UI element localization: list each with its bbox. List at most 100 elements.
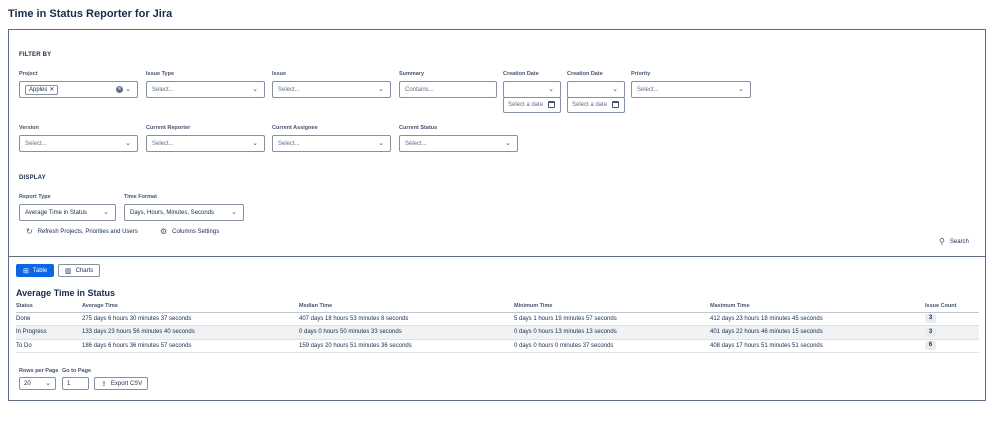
current-status-field: Current Status Select... ⌄ <box>399 125 518 152</box>
chevron-down-icon: ⌄ <box>612 86 618 93</box>
chevron-down-icon: ⌄ <box>125 86 131 93</box>
search-button[interactable]: ⚲ Search <box>939 237 969 246</box>
median-cell: 159 days 20 hours 51 minutes 36 seconds <box>299 339 514 353</box>
project-label: Project <box>19 71 38 77</box>
creation-date-from-label: Creation Date <box>503 71 539 77</box>
average-cell: 133 days 23 hours 56 minutes 40 seconds <box>82 325 299 340</box>
median-cell: 0 days 0 hours 50 minutes 33 seconds <box>299 325 514 340</box>
current-assignee-select[interactable]: Select... ⌄ <box>272 135 391 152</box>
summary-input[interactable]: Contains... <box>399 81 497 98</box>
summary-field: Summary Contains... <box>399 71 497 98</box>
issue-type-placeholder: Select... <box>152 86 174 93</box>
issue-type-label: Issue Type <box>146 71 175 77</box>
table-header-row: Status Average Time Median Time Minimum … <box>16 301 979 313</box>
report-type-field: Report Type Average Time in Status ⌄ <box>19 194 116 221</box>
date-placeholder: Select a date <box>508 102 544 108</box>
search-label: Search <box>949 238 969 245</box>
go-to-page-input[interactable]: 1 <box>62 377 89 390</box>
creation-date-from-field: Creation Date ⌄ <box>503 71 561 98</box>
tab-charts[interactable]: ▥ Charts <box>58 264 101 277</box>
app-title: Time in Status Reporter for Jira <box>8 8 173 20</box>
tab-table-label: Table <box>32 267 48 274</box>
column-header-median[interactable]: Median Time <box>299 301 514 313</box>
median-cell: 407 days 18 hours 53 minutes 8 seconds <box>299 312 514 326</box>
table-icon: ⊞ <box>23 267 29 275</box>
search-icon: ⚲ <box>939 237 945 246</box>
bar-chart-icon: ▥ <box>65 267 72 275</box>
rows-per-page-select[interactable]: 20 ⌄ <box>19 377 56 390</box>
report-type-select[interactable]: Average Time in Status ⌄ <box>19 204 116 221</box>
count-cell: 6 <box>925 339 979 353</box>
chevron-down-icon: ⌄ <box>505 140 511 147</box>
chevron-down-icon: ⌄ <box>378 86 384 93</box>
refresh-button[interactable]: ↻ Refresh Projects, Priorities and Users <box>26 227 138 236</box>
version-select[interactable]: Select... ⌄ <box>19 135 138 152</box>
creation-date-from-picker[interactable]: Select a date <box>503 97 561 113</box>
report-title: Average Time in Status <box>16 288 116 298</box>
creation-date-from-select[interactable]: ⌄ <box>503 81 561 98</box>
version-field: Version Select... ⌄ <box>19 125 138 152</box>
summary-label: Summary <box>399 71 425 77</box>
chevron-down-icon: ⌄ <box>231 209 237 216</box>
status-cell: In Progress <box>16 325 82 340</box>
column-header-minimum[interactable]: Minimum Time <box>514 301 710 313</box>
project-field: Project Apples ✕ ✕ ⌄ <box>19 71 138 98</box>
go-to-page-label: Go to Page <box>62 368 92 374</box>
version-placeholder: Select... <box>25 140 47 147</box>
column-header-average[interactable]: Average Time <box>82 301 299 313</box>
issue-type-select[interactable]: Select... ⌄ <box>146 81 265 98</box>
time-format-value: Days, Hours, Minutes, Seconds <box>130 209 215 216</box>
current-reporter-placeholder: Select... <box>152 140 174 147</box>
priority-select[interactable]: Select... ⌄ <box>631 81 751 98</box>
current-reporter-label: Current Reporter <box>146 125 191 131</box>
issue-label: Issue <box>272 71 287 77</box>
gear-icon: ⚙ <box>160 227 168 236</box>
count-badge: 6 <box>925 341 936 351</box>
current-assignee-field: Current Assignee Select... ⌄ <box>272 125 391 152</box>
chevron-down-icon: ⌄ <box>252 140 258 147</box>
column-header-status[interactable]: Status <box>16 301 82 313</box>
current-reporter-select[interactable]: Select... ⌄ <box>146 135 265 152</box>
issue-placeholder: Select... <box>278 86 300 93</box>
report-table: Status Average Time Median Time Minimum … <box>16 301 979 353</box>
chevron-down-icon: ⌄ <box>378 140 384 147</box>
maximum-cell: 408 days 17 hours 51 minutes 51 seconds <box>710 339 925 353</box>
table-row: To Do 186 days 6 hours 36 minutes 57 sec… <box>16 339 979 353</box>
count-cell: 3 <box>925 325 979 340</box>
average-cell: 186 days 6 hours 36 minutes 57 seconds <box>82 339 299 353</box>
column-header-maximum[interactable]: Maximum Time <box>710 301 925 313</box>
remove-tag-icon[interactable]: ✕ <box>49 86 54 93</box>
creation-date-to-select[interactable]: ⌄ <box>567 81 625 98</box>
count-badge: 3 <box>925 327 936 337</box>
issue-type-field: Issue Type Select... ⌄ <box>146 71 265 98</box>
issue-select[interactable]: Select... ⌄ <box>272 81 391 98</box>
time-format-select[interactable]: Days, Hours, Minutes, Seconds ⌄ <box>124 204 244 221</box>
creation-date-to-field: Creation Date ⌄ <box>567 71 625 98</box>
upload-icon: ⇪ <box>101 380 107 388</box>
status-cell: To Do <box>16 339 82 353</box>
clear-icon[interactable]: ✕ <box>116 86 123 93</box>
chevron-down-icon: ⌄ <box>125 140 131 147</box>
current-assignee-label: Current Assignee <box>272 125 318 131</box>
filter-panel: FILTER BY Project Apples ✕ ✕ ⌄ Issue Typ… <box>8 29 986 257</box>
count-badge: 3 <box>925 314 936 324</box>
time-format-label: Time Format <box>124 194 157 200</box>
export-csv-button[interactable]: ⇪ Export CSV <box>94 377 148 390</box>
tab-table[interactable]: ⊞ Table <box>16 264 55 277</box>
creation-date-to-picker[interactable]: Select a date <box>567 97 625 113</box>
count-cell: 3 <box>925 312 979 326</box>
current-status-select[interactable]: Select... ⌄ <box>399 135 518 152</box>
maximum-cell: 401 days 22 hours 46 minutes 15 seconds <box>710 325 925 340</box>
columns-settings-button[interactable]: ⚙ Columns Settings <box>160 227 219 236</box>
column-header-count[interactable]: Issue Count <box>925 301 979 313</box>
maximum-cell: 412 days 23 hours 18 minutes 45 seconds <box>710 312 925 326</box>
priority-placeholder: Select... <box>637 86 659 93</box>
report-type-label: Report Type <box>19 194 51 200</box>
table-row: Done 275 days 6 hours 30 minutes 37 seco… <box>16 312 979 326</box>
chevron-down-icon: ⌄ <box>45 380 51 387</box>
minimum-cell: 0 days 0 hours 0 minutes 37 seconds <box>514 339 710 353</box>
average-cell: 275 days 6 hours 30 minutes 37 seconds <box>82 312 299 326</box>
date-placeholder: Select a date <box>572 102 608 108</box>
current-assignee-placeholder: Select... <box>278 140 300 147</box>
project-select[interactable]: Apples ✕ ✕ ⌄ <box>19 81 138 98</box>
